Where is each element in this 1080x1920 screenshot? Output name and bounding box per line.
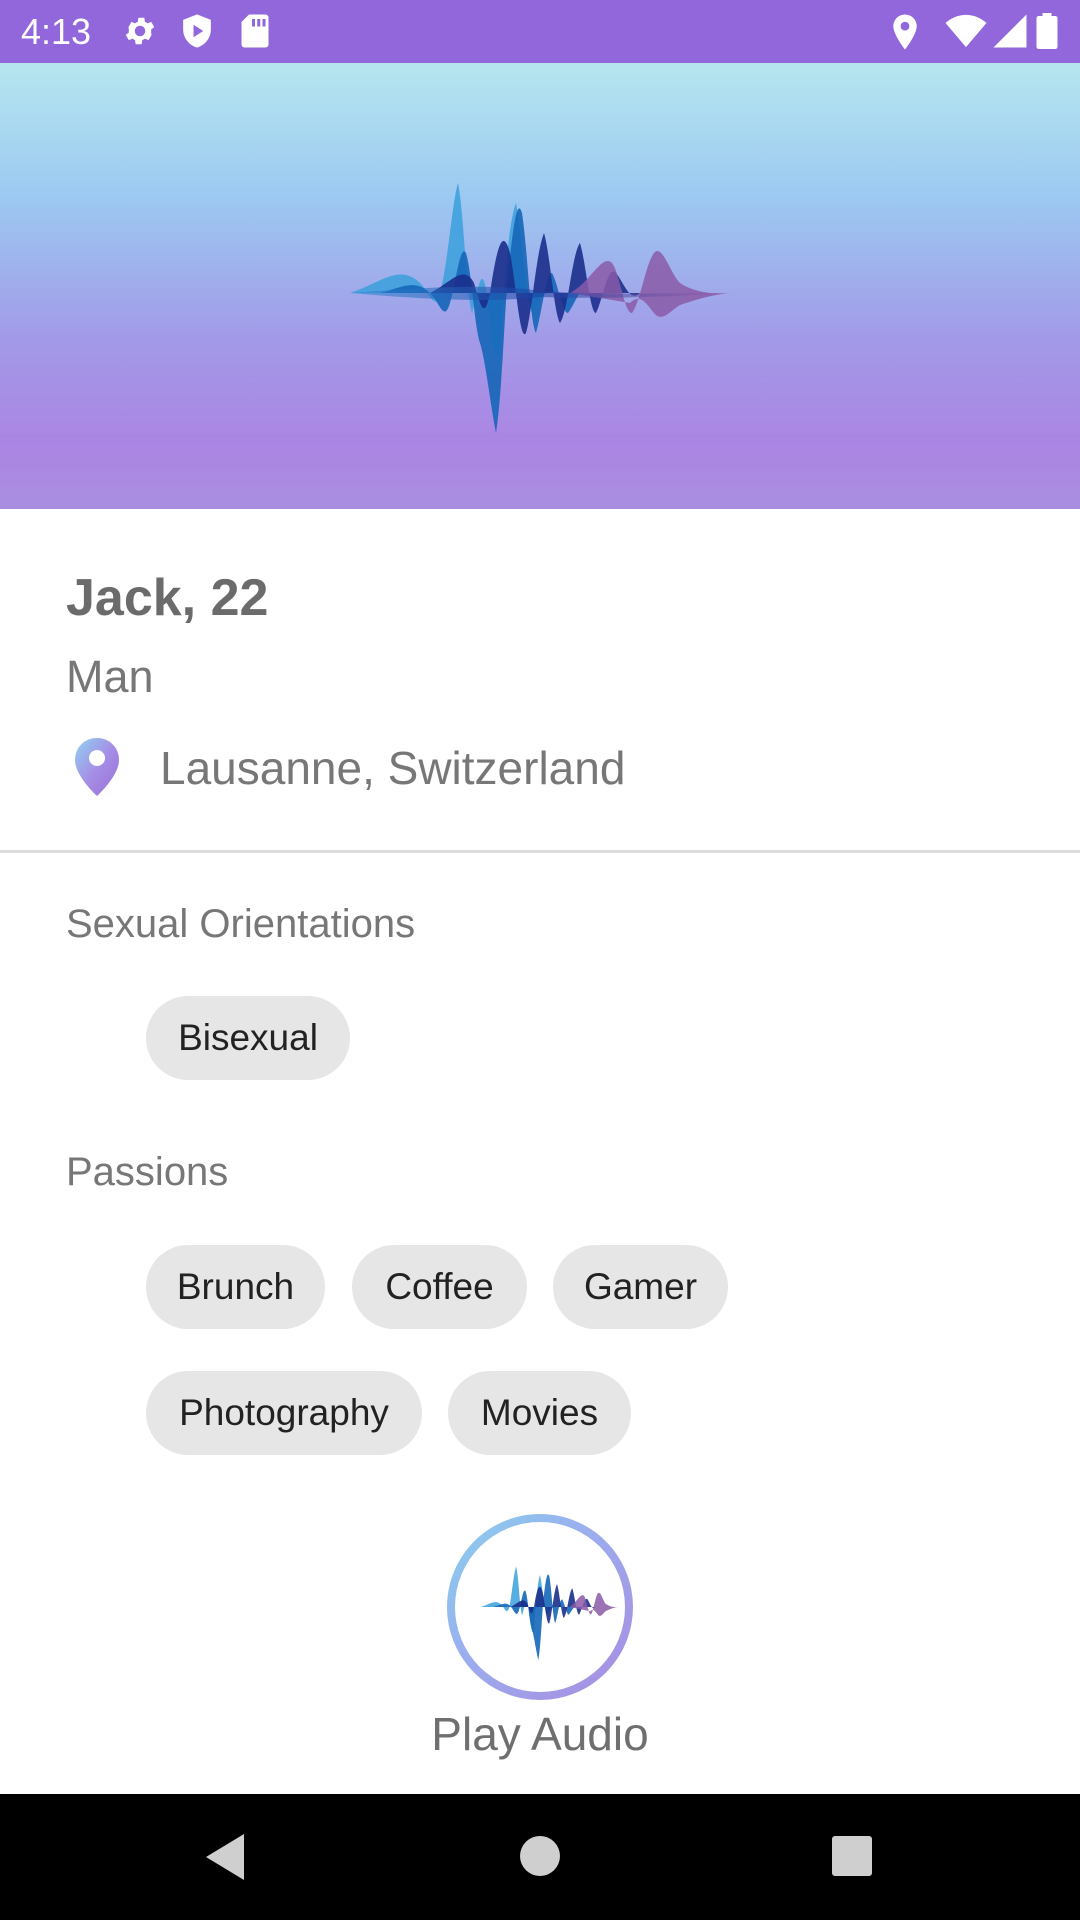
signal-icon bbox=[993, 14, 1027, 48]
orientations-title: Sexual Orientations bbox=[66, 902, 416, 946]
location-pin-icon bbox=[75, 738, 119, 796]
profile-gender: Man bbox=[66, 651, 154, 702]
sound-wave-logo bbox=[350, 183, 730, 433]
gear-icon bbox=[125, 17, 155, 45]
status-time: 4:13 bbox=[21, 11, 92, 52]
profile-banner bbox=[0, 63, 1080, 509]
wifi-icon bbox=[945, 14, 987, 48]
divider bbox=[0, 850, 1080, 853]
chip-photography: Photography bbox=[146, 1371, 422, 1455]
chip-gamer: Gamer bbox=[553, 1245, 728, 1329]
status-bar: 4:13 bbox=[0, 0, 1080, 63]
home-icon[interactable] bbox=[518, 1834, 562, 1878]
battery-icon bbox=[1036, 13, 1058, 49]
chip-bisexual: Bisexual bbox=[146, 996, 350, 1080]
chip-brunch: Brunch bbox=[146, 1245, 325, 1329]
back-icon[interactable] bbox=[202, 1832, 248, 1882]
play-audio-label[interactable]: Play Audio bbox=[0, 1704, 1080, 1764]
profile-name-age: Jack, 22 bbox=[66, 569, 269, 627]
sd-card-icon bbox=[241, 14, 269, 48]
sound-wave-icon bbox=[480, 1566, 618, 1661]
recents-icon[interactable] bbox=[830, 1834, 874, 1878]
location-text: Lausanne, Switzerland bbox=[160, 742, 626, 794]
passions-title: Passions bbox=[66, 1150, 229, 1194]
location-icon bbox=[893, 14, 917, 50]
play-audio-button[interactable] bbox=[447, 1514, 633, 1700]
navigation-bar bbox=[0, 1794, 1080, 1920]
shield-play-icon bbox=[183, 14, 211, 48]
chip-coffee: Coffee bbox=[352, 1245, 527, 1329]
chip-movies: Movies bbox=[448, 1371, 631, 1455]
